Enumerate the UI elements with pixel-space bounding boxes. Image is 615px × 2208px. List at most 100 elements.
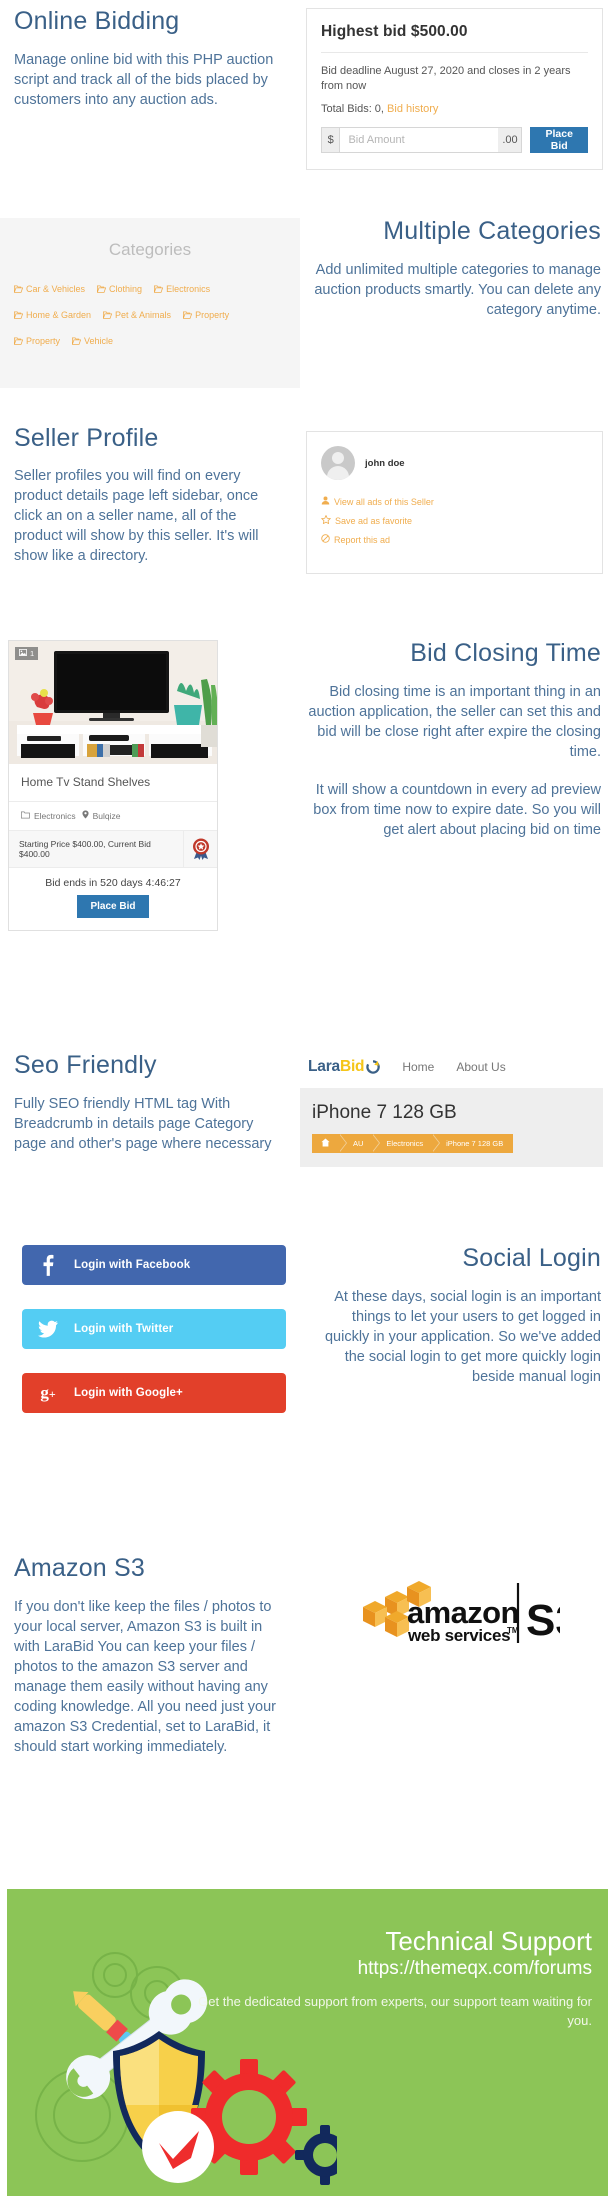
product-place-bid-button[interactable]: Place Bid xyxy=(77,895,149,918)
categories-list: Car & Vehicles Clothing Electronics Home… xyxy=(14,284,286,362)
section-seller-profile: Seller Profile Seller profiles you will … xyxy=(0,424,615,625)
highest-bid-heading: Highest bid $500.00 xyxy=(321,23,588,53)
category-item[interactable]: Car & Vehicles xyxy=(14,284,85,294)
product-card: 1 Home Tv Stand Shelves Electronics Bulq… xyxy=(8,640,218,931)
folder-icon xyxy=(21,810,30,821)
seller-name: john doe xyxy=(365,457,405,469)
login-with-twitter-button[interactable]: Login with Twitter xyxy=(22,1309,286,1349)
category-item[interactable]: Vehicle xyxy=(72,336,113,346)
bid-closing-time-body-2: It will show a countdown in every ad pre… xyxy=(313,781,601,838)
section-bid-closing-time: 1 Home Tv Stand Shelves Electronics Bulq… xyxy=(0,639,615,1040)
refresh-circle-icon xyxy=(366,1060,381,1074)
breadcrumb-item[interactable]: Electronics xyxy=(373,1134,440,1153)
folder-icon xyxy=(183,311,193,319)
product-price-row: Starting Price $400.00, Current Bid $400… xyxy=(9,831,217,868)
social-login-body: At these days, social login is an import… xyxy=(324,1288,601,1385)
seller-profile-text: Seller Profile Seller profiles you will … xyxy=(0,424,300,625)
product-location: Bulqize xyxy=(92,810,121,821)
featured-ribbon xyxy=(183,831,217,867)
folder-icon xyxy=(154,285,164,293)
cents-addon: .00 xyxy=(498,127,523,153)
online-bidding-body: Manage online bid with this PHP auction … xyxy=(14,51,274,108)
category-item[interactable]: Home & Garden xyxy=(14,310,91,320)
svg-text:S3: S3 xyxy=(526,1596,560,1645)
seller-link-label: Save ad as favorite xyxy=(335,515,413,526)
highest-bid-card: Highest bid $500.00 Bid deadline August … xyxy=(306,8,603,170)
seller-profile-title: Seller Profile xyxy=(14,424,159,452)
seller-link-label: Report this ad xyxy=(334,534,391,545)
svg-text:amazon: amazon xyxy=(407,1595,519,1630)
social-login-title: Social Login xyxy=(462,1244,601,1272)
breadcrumb-home[interactable] xyxy=(312,1134,347,1153)
category-item[interactable]: Property xyxy=(183,310,229,320)
category-label: Pet & Animals xyxy=(115,310,172,320)
online-bidding-title: Online Bidding xyxy=(14,7,180,35)
seller-profile-panel: john doe View all ads of this Seller Sav… xyxy=(300,425,615,625)
support-text-block: Technical Support https://themeqx.com/fo… xyxy=(192,1927,592,2030)
category-item[interactable]: Property xyxy=(14,336,60,346)
view-all-ads-link[interactable]: View all ads of this Seller xyxy=(321,496,588,507)
categories-panel: Categories Car & Vehicles Clothing Elect… xyxy=(0,218,300,408)
amazon-s3-text: Amazon S3 If you don't like keep the fil… xyxy=(0,1554,300,1805)
categories-panel-title: Categories xyxy=(108,240,192,259)
breadcrumb-item-current[interactable]: iPhone 7 128 GB xyxy=(433,1134,514,1153)
section-amazon-s3: Amazon S3 If you don't like keep the fil… xyxy=(0,1554,615,1805)
category-item[interactable]: Pet & Animals xyxy=(103,310,171,320)
category-label: Clothing xyxy=(109,284,143,294)
bid-amount-input[interactable] xyxy=(340,127,499,153)
home-icon xyxy=(321,1138,330,1149)
product-price: Starting Price $400.00, Current Bid $400… xyxy=(19,839,151,859)
product-button-row: Place Bid xyxy=(9,895,217,930)
multiple-categories-body: Add unlimited multiple categories to man… xyxy=(314,261,601,318)
report-ad-link[interactable]: Report this ad xyxy=(321,534,588,545)
award-ribbon-icon xyxy=(192,838,209,860)
product-meta: Electronics Bulqize xyxy=(9,802,217,831)
bid-history-link[interactable]: Bid history xyxy=(387,103,438,115)
category-item[interactable]: Electronics xyxy=(154,284,210,294)
section-social-login: Login with Facebook Login with Twitter g… xyxy=(0,1244,615,1495)
nav-link-about-us[interactable]: About Us xyxy=(456,1060,505,1074)
total-bids-text: Total Bids: 0, Bid history xyxy=(321,103,588,115)
social-buttons-column: Login with Facebook Login with Twitter g… xyxy=(0,1245,300,1495)
aws-s3-logo: amazon web services TM S3 xyxy=(363,1581,560,1645)
social-login-text: Social Login At these days, social login… xyxy=(300,1244,615,1495)
category-label: Vehicle xyxy=(84,336,114,346)
categories-box: Categories Car & Vehicles Clothing Elect… xyxy=(0,218,300,388)
multiple-categories-title: Multiple Categories xyxy=(383,217,601,245)
folder-icon xyxy=(103,311,113,319)
login-with-facebook-button[interactable]: Login with Facebook xyxy=(22,1245,286,1285)
place-bid-button[interactable]: Place Bid xyxy=(530,127,588,153)
seo-friendly-title: Seo Friendly xyxy=(14,1051,157,1079)
bid-closing-time-text: Bid Closing Time Bid closing time is an … xyxy=(285,639,615,1040)
support-subtitle: Get the dedicated support from experts, … xyxy=(198,1993,592,2028)
folder-icon xyxy=(14,337,23,345)
folder-icon xyxy=(72,337,82,345)
ban-icon xyxy=(321,534,330,545)
folder-icon xyxy=(97,285,107,293)
larabid-logo: Lara Bid xyxy=(308,1058,381,1076)
avatar xyxy=(321,446,355,480)
seller-links: View all ads of this Seller Save ad as f… xyxy=(320,496,588,545)
save-favorite-link[interactable]: Save ad as favorite xyxy=(320,514,588,526)
bid-deadline-text: Bid deadline August 27, 2020 and closes … xyxy=(321,65,571,92)
seller-card: john doe View all ads of this Seller Sav… xyxy=(306,431,603,574)
category-label: Home & Garden xyxy=(26,310,92,320)
seo-page-body: iPhone 7 128 GB AU Electronics iPhone 7 … xyxy=(300,1088,603,1167)
feature-showcase-page: Online Bidding Manage online bid with th… xyxy=(0,0,615,2208)
bid-closing-time-body-1: Bid closing time is an important thing i… xyxy=(308,683,601,760)
seller-profile-body: Seller profiles you will find on every p… xyxy=(14,467,259,564)
folder-icon xyxy=(14,285,23,293)
logo-text-lara: Lara xyxy=(308,1058,340,1075)
category-item[interactable]: Clothing xyxy=(97,284,142,294)
google-plus-icon: g+ xyxy=(40,1383,56,1402)
product-photo: 1 xyxy=(9,641,217,764)
seo-friendly-text: Seo Friendly Fully SEO friendly HTML tag… xyxy=(0,1051,300,1232)
product-preview-column: 1 Home Tv Stand Shelves Electronics Bulq… xyxy=(0,640,285,1040)
category-label: Property xyxy=(26,336,61,346)
folder-icon xyxy=(14,311,23,319)
nav-link-home[interactable]: Home xyxy=(402,1060,434,1074)
category-label: Car & Vehicles xyxy=(26,284,86,294)
facebook-icon xyxy=(22,1254,74,1276)
login-with-google-plus-button[interactable]: g+ Login with Google+ xyxy=(22,1373,286,1413)
category-label: Electronics xyxy=(166,284,211,294)
